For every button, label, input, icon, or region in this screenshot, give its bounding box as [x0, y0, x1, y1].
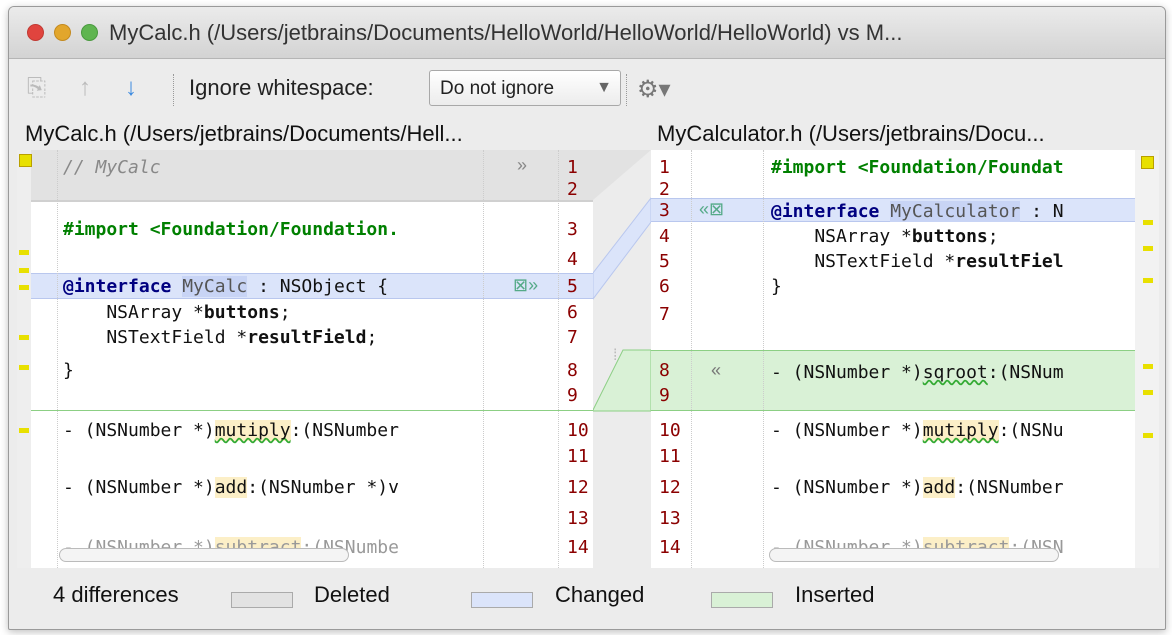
- change-marker[interactable]: [1143, 278, 1153, 283]
- ignore-whitespace-label: Ignore whitespace:: [189, 75, 374, 100]
- line-number: 14: [567, 537, 589, 558]
- code-line: - (NSNumber *)add:(NSNumber: [771, 477, 1064, 498]
- line-number: 5: [659, 251, 670, 272]
- arrow-up-icon[interactable]: ↑: [79, 76, 91, 100]
- line-number: 12: [659, 477, 681, 498]
- zoom-button[interactable]: [81, 24, 98, 41]
- gear-icon[interactable]: ⚙▾: [637, 75, 671, 104]
- apply-change-icon[interactable]: »: [517, 155, 527, 176]
- code-line: #import <Foundation/Foundation.: [63, 219, 399, 240]
- right-editor[interactable]: 1 2 3 4 5 6 7 8 9 10 11 12 13 14 «⊠ « #i…: [651, 150, 1159, 568]
- code-line: - (NSNumber *)add:(NSNumber *)v: [63, 477, 399, 498]
- line-number: 9: [659, 385, 670, 406]
- change-marker[interactable]: [19, 335, 29, 340]
- copy-icon[interactable]: ⎘: [27, 76, 46, 100]
- arrow-down-icon[interactable]: ↓: [125, 76, 137, 100]
- minimize-button[interactable]: [54, 24, 71, 41]
- line-number: 10: [659, 420, 681, 441]
- line-number: 2: [567, 179, 578, 200]
- line-number: 3: [567, 219, 578, 240]
- line-number: 6: [567, 302, 578, 323]
- ignore-whitespace-select[interactable]: Do not ignore ▼: [429, 70, 621, 106]
- window-title: MyCalc.h (/Users/jetbrains/Documents/Hel…: [109, 20, 903, 45]
- diff-connector: ⁞: [593, 150, 651, 412]
- line-number: 8: [659, 360, 670, 381]
- line-number: 4: [567, 249, 578, 270]
- code-line: #import <Foundation/Foundat: [771, 157, 1064, 178]
- code-line: @interface MyCalc : NSObject {: [63, 276, 389, 297]
- left-file-title: MyCalc.h (/Users/jetbrains/Documents/Hel…: [25, 121, 463, 146]
- line-number: 7: [659, 304, 670, 325]
- chevron-down-icon: ▼: [596, 79, 612, 96]
- right-file-title: MyCalculator.h (/Users/jetbrains/Docu...: [657, 121, 1045, 146]
- change-marker[interactable]: [19, 154, 32, 167]
- code-line: NSArray *buttons;: [63, 302, 291, 323]
- toolbar: ⎘ ↑ ↓ Ignore whitespace: Do not ignore ▼…: [9, 60, 1165, 118]
- line-number: 11: [659, 446, 681, 467]
- line-number: 5: [567, 276, 578, 297]
- line-number: 13: [659, 508, 681, 529]
- line-number: 10: [567, 420, 589, 441]
- deleted-swatch: [231, 592, 293, 608]
- line-number: 13: [567, 508, 589, 529]
- code-line: NSTextField *resultField;: [63, 327, 378, 348]
- toolbar-separator: [173, 74, 174, 106]
- ignore-whitespace-value: Do not ignore: [440, 78, 555, 99]
- change-marker[interactable]: [19, 365, 29, 370]
- changed-swatch: [471, 592, 533, 608]
- code-line: }: [63, 360, 74, 381]
- change-marker[interactable]: [19, 268, 29, 273]
- deleted-label: Deleted: [314, 582, 390, 607]
- inserted-label: Inserted: [795, 582, 875, 607]
- change-marker[interactable]: [19, 250, 29, 255]
- change-marker[interactable]: [1143, 433, 1153, 438]
- change-marker[interactable]: [1143, 364, 1153, 369]
- horizontal-scrollbar[interactable]: [59, 548, 349, 562]
- apply-change-icon[interactable]: «: [711, 360, 721, 381]
- change-marker[interactable]: [1143, 246, 1153, 251]
- code-line: }: [771, 276, 782, 297]
- toolbar-separator: [626, 74, 627, 106]
- title-bar: MyCalc.h (/Users/jetbrains/Documents/Hel…: [9, 7, 1165, 59]
- diff-window: MyCalc.h (/Users/jetbrains/Documents/Hel…: [8, 6, 1166, 630]
- line-number: 6: [659, 276, 670, 297]
- left-editor[interactable]: // MyCalc #import <Foundation/Foundation…: [17, 150, 593, 568]
- line-number: 12: [567, 477, 589, 498]
- code-line: NSTextField *resultFiel: [771, 251, 1064, 272]
- apply-change-icon[interactable]: ⊠»: [513, 275, 538, 296]
- line-number: 4: [659, 226, 670, 247]
- apply-change-icon[interactable]: «⊠: [699, 199, 724, 220]
- changed-label: Changed: [555, 582, 645, 607]
- differences-count: 4 differences: [53, 582, 179, 607]
- code-line: NSArray *buttons;: [771, 226, 999, 247]
- svg-text:⁞: ⁞: [613, 347, 617, 364]
- line-number: 8: [567, 360, 578, 381]
- line-number: 14: [659, 537, 681, 558]
- close-button[interactable]: [27, 24, 44, 41]
- line-number: 9: [567, 385, 578, 406]
- change-marker[interactable]: [1143, 220, 1153, 225]
- code-line: // MyCalc: [63, 157, 161, 178]
- change-marker[interactable]: [1141, 156, 1154, 169]
- change-marker[interactable]: [19, 285, 29, 290]
- inserted-swatch: [711, 592, 773, 608]
- change-marker[interactable]: [19, 428, 29, 433]
- change-marker[interactable]: [1143, 390, 1153, 395]
- horizontal-scrollbar[interactable]: [769, 548, 1059, 562]
- code-line: - (NSNumber *)mutiply:(NSNu: [771, 420, 1064, 441]
- line-number: 11: [567, 446, 589, 467]
- line-number: 3: [659, 200, 670, 221]
- code-line: - (NSNumber *)mutiply:(NSNumber: [63, 420, 399, 441]
- line-number: 7: [567, 327, 578, 348]
- code-line: - (NSNumber *)sqroot:(NSNum: [771, 362, 1064, 383]
- code-line: @interface MyCalculator : N: [771, 201, 1064, 222]
